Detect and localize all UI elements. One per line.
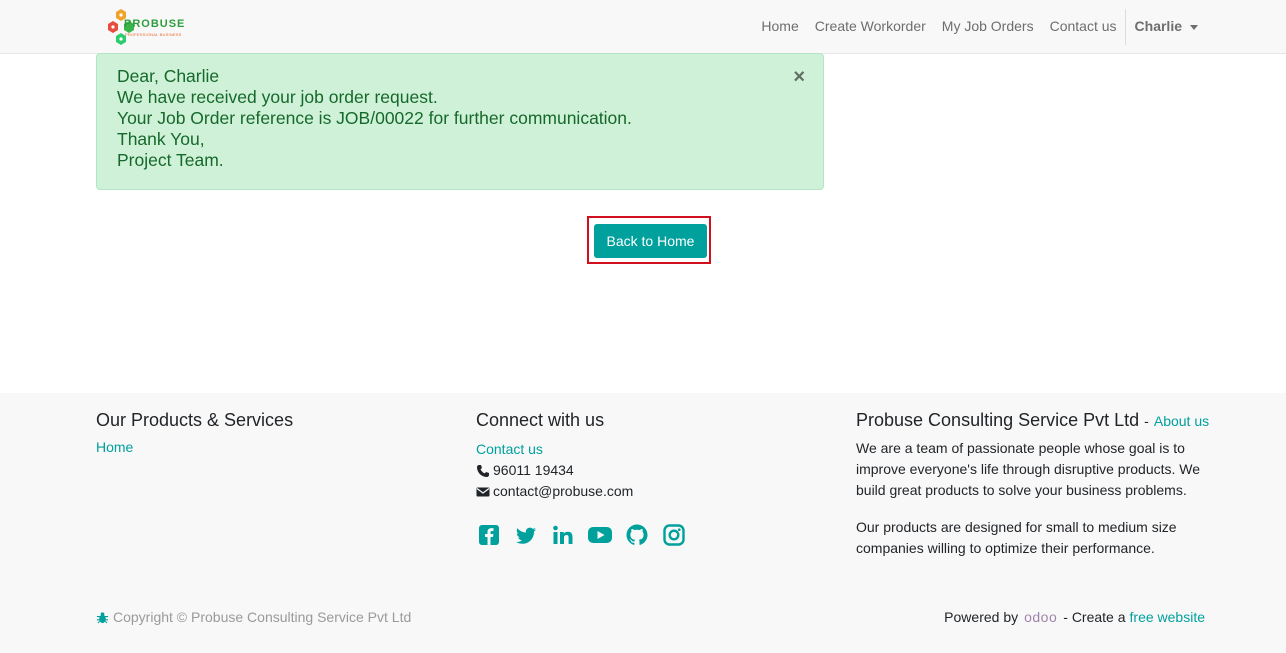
copyright-text: Copyright © Probuse Consulting Service P…: [113, 609, 412, 625]
footer-about-column: Probuse Consulting Service Pvt Ltd - Abo…: [856, 410, 1216, 559]
footer-products-title: Our Products & Services: [96, 410, 294, 430]
powered-by: Powered by odoo - Create a free website: [944, 609, 1205, 625]
social-links: [476, 522, 698, 548]
about-us-link[interactable]: About us: [1154, 413, 1209, 429]
user-name: Charlie: [1134, 18, 1182, 34]
footer-connect-title: Connect with us: [476, 410, 605, 430]
company-target: Our products are designed for small to m…: [856, 519, 1177, 556]
instagram-icon[interactable]: [661, 522, 687, 548]
back-to-home-button[interactable]: Back to Home: [594, 224, 707, 258]
free-website-link[interactable]: free website: [1130, 609, 1205, 625]
close-icon[interactable]: ×: [793, 67, 805, 87]
twitter-icon[interactable]: [513, 522, 539, 548]
chevron-down-icon: [1190, 24, 1198, 30]
user-menu[interactable]: Charlie: [1126, 0, 1198, 53]
github-icon[interactable]: [624, 522, 650, 548]
nav-item-home[interactable]: Home: [753, 0, 806, 53]
copyright: Copyright © Probuse Consulting Service P…: [96, 609, 411, 625]
alert-reference: Your Job Order reference is JOB/00022 fo…: [117, 108, 632, 128]
brand-logo[interactable]: PROBUSE PROFESSIONAL BUSINESS: [107, 7, 187, 47]
alert-greeting: Dear, Charlie: [117, 66, 220, 86]
bug-icon: [96, 611, 109, 623]
create-a-label: - Create a: [1063, 609, 1126, 625]
nav-item-create-workorder[interactable]: Create Workorder: [807, 0, 934, 53]
alert-received: We have received your job order request.: [117, 87, 438, 107]
alert-thanks: Thank You,: [117, 129, 205, 149]
footer-company-title: Probuse Consulting Service Pvt Ltd - Abo…: [856, 410, 1216, 431]
footer-contact-link[interactable]: Contact us: [476, 439, 543, 460]
linkedin-icon[interactable]: [550, 522, 576, 548]
footer: Our Products & Services Home Connect wit…: [0, 393, 1286, 653]
success-alert: Dear, Charlie We have received your job …: [96, 53, 824, 190]
brand-tagline: PROFESSIONAL BUSINESS: [125, 32, 182, 37]
footer-products-column: Our Products & Services Home: [96, 410, 293, 457]
top-navbar: PROBUSE PROFESSIONAL BUSINESS Home Creat…: [0, 0, 1286, 54]
nav-menu: Home Create Workorder My Job Orders Cont…: [753, 0, 1198, 53]
alert-signature: Project Team.: [117, 150, 224, 170]
footer-email-address: contact@probuse.com: [493, 483, 634, 499]
footer-email: contact@probuse.com: [476, 481, 698, 502]
footer-connect-column: Connect with us Contact us 96011 19434 c…: [476, 410, 698, 548]
youtube-icon[interactable]: [587, 522, 613, 548]
envelope-icon: [476, 487, 490, 496]
phone-icon: [477, 464, 489, 477]
title-separator: -: [1144, 413, 1149, 429]
nav-item-my-job-orders[interactable]: My Job Orders: [934, 0, 1042, 53]
company-description: We are a team of passionate people whose…: [856, 440, 1201, 498]
footer-phone-number: 96011 19434: [493, 462, 574, 478]
powered-by-label: Powered by: [944, 609, 1019, 625]
company-name: Probuse Consulting Service Pvt Ltd: [856, 410, 1140, 430]
odoo-logo[interactable]: odoo: [1024, 609, 1057, 625]
footer-home-link[interactable]: Home: [96, 439, 133, 455]
nav-item-contact-us[interactable]: Contact us: [1042, 0, 1125, 53]
footer-phone: 96011 19434: [476, 460, 698, 481]
facebook-icon[interactable]: [476, 522, 502, 548]
brand-name: PROBUSE: [124, 18, 186, 30]
